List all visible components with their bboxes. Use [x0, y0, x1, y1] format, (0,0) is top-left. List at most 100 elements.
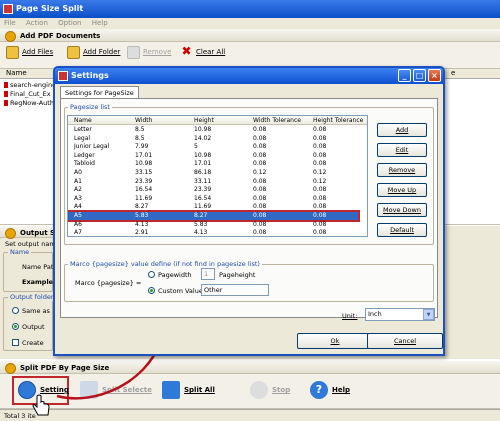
table-cell: 7.99 — [135, 143, 149, 151]
menu-help[interactable]: Help — [88, 18, 112, 28]
table-cell: 23.39 — [194, 186, 212, 194]
table-cell: 11.69 — [194, 203, 212, 211]
table-row[interactable]: Tabloid 10.98 17.01 0.08 0.08 — [68, 160, 358, 168]
table-cell: A5 — [74, 212, 82, 219]
clear-icon: ✖ — [181, 44, 192, 58]
table-row[interactable]: A1 23.39 33.11 0.08 0.12 — [68, 178, 358, 186]
same-as-radio[interactable] — [12, 307, 19, 314]
list-item[interactable]: RegNow-Auth — [4, 99, 54, 107]
table-row[interactable]: A3 11.69 16.54 0.08 0.08 — [68, 195, 358, 203]
remove-button[interactable]: Remove — [125, 45, 171, 61]
cancel-button[interactable]: Cancel — [367, 333, 443, 349]
table-row[interactable]: A4 8.27 11.69 0.08 0.08 — [68, 203, 358, 211]
table-row[interactable]: Junior Legal 7.99 5 0.08 0.08 — [68, 143, 358, 151]
same-as-label: Same as — [22, 307, 50, 315]
name-group-label: Name — [8, 248, 32, 256]
name-group — [3, 252, 53, 292]
custom-value-field[interactable]: Other — [201, 284, 269, 296]
table-row[interactable]: A2 16.54 23.39 0.08 0.08 — [68, 186, 358, 194]
col-width-tolerance[interactable]: Width Tolerance — [253, 116, 301, 125]
move-up-button[interactable]: Move Up — [377, 183, 427, 197]
hand-cursor-icon — [32, 394, 50, 416]
stop-icon — [250, 381, 268, 399]
table-row[interactable]: A6 4.13 5.83 0.08 0.08 — [68, 221, 358, 229]
menu-option[interactable]: Option — [54, 18, 85, 28]
default-button[interactable]: Default — [377, 223, 427, 237]
split-section-icon — [5, 363, 16, 374]
table-cell: 10.98 — [194, 151, 212, 159]
col-right[interactable]: e — [451, 69, 455, 77]
col-height[interactable]: Height — [194, 116, 214, 125]
table-row[interactable]: Letter 8.5 10.98 0.08 0.08 — [68, 126, 358, 134]
table-header: Name Width Height Width Tolerance Height… — [68, 116, 367, 125]
remove-button[interactable]: Remove — [377, 163, 427, 177]
table-cell: 8.5 — [135, 126, 145, 133]
table-cell: 0.08 — [253, 203, 267, 211]
list-item[interactable]: Final_Cut_Ex — [4, 90, 51, 98]
table-row[interactable]: Legal 8.5 14.02 0.08 0.08 — [68, 135, 358, 143]
table-cell: A7 — [74, 229, 82, 237]
table-cell: 17.01 — [194, 160, 212, 168]
stop-button[interactable]: Stop — [248, 379, 290, 403]
table-cell: 86.18 — [194, 169, 212, 176]
chevron-down-icon[interactable]: ▼ — [423, 309, 434, 320]
custom-value-radio[interactable] — [148, 287, 155, 294]
pagewidth-radio[interactable] — [148, 271, 155, 278]
add-folder-button[interactable]: Add Folder — [65, 45, 120, 61]
table-row[interactable]: A0 33.15 86.18 0.12 0.12 — [68, 169, 358, 177]
help-button[interactable]: ? Help — [308, 379, 350, 403]
table-cell: 16.54 — [194, 194, 212, 202]
table-cell: 8.5 — [135, 134, 145, 142]
table-cell: 33.15 — [135, 169, 153, 176]
table-cell: 0.12 — [313, 177, 327, 185]
list-item[interactable]: search-engine — [4, 81, 56, 89]
table-cell: 8.27 — [194, 212, 208, 219]
table-cell: A3 — [74, 194, 82, 202]
close-icon[interactable]: × — [428, 69, 441, 82]
table-cell: Tabloid — [74, 160, 95, 168]
table-cell: 5.83 — [135, 212, 149, 219]
marco-group-label: Marco {pagesize} value define (if not fi… — [68, 260, 262, 268]
col-height-tolerance[interactable]: Height Tolerance — [313, 116, 363, 125]
table-cell: Letter — [74, 126, 92, 133]
output-folder-label: Output folder — [8, 293, 56, 301]
table-row[interactable]: A5 5.83 8.27 0.08 0.08 — [68, 210, 360, 222]
table-cell: 0.08 — [313, 220, 327, 228]
table-cell: A1 — [74, 177, 82, 185]
table-cell: 10.98 — [135, 160, 153, 168]
ok-button[interactable]: Ok — [297, 333, 373, 349]
app-title: Page Size Split — [16, 4, 84, 13]
col-name[interactable]: Name — [74, 116, 92, 125]
menu-file[interactable]: File — [0, 18, 20, 28]
pageheight-label: Pageheight — [219, 271, 256, 279]
table-cell: 0.08 — [313, 143, 327, 151]
add-section-title: Add PDF Documents — [20, 32, 101, 40]
unit-label: Unit: — [342, 312, 358, 320]
table-row[interactable]: Ledger 17.01 10.98 0.08 0.08 — [68, 152, 358, 160]
pagesize-list-label: Pagesize list — [68, 103, 112, 111]
dialog-title: Settings — [71, 71, 109, 80]
table-cell: 0.08 — [313, 160, 327, 168]
add-files-button[interactable]: Add Files — [4, 45, 53, 61]
unit-select[interactable]: Inch ▼ — [365, 308, 435, 321]
move-down-button[interactable]: Move Down — [377, 203, 427, 217]
table-cell: 0.08 — [253, 194, 267, 202]
maximize-icon[interactable]: □ — [413, 69, 426, 82]
menu-action[interactable]: Action — [22, 18, 52, 28]
create-checkbox[interactable] — [12, 339, 19, 346]
output-to-radio[interactable] — [12, 323, 19, 330]
output-section-header: Output Se — [0, 226, 60, 239]
col-width[interactable]: Width — [135, 116, 152, 125]
edit-button[interactable]: Edit — [377, 143, 427, 157]
pagewidth-field[interactable]: 1 — [201, 268, 215, 280]
clear-all-button[interactable]: ✖ Clear All — [178, 45, 225, 61]
dialog-titlebar[interactable]: Settings _ □ × — [55, 68, 443, 84]
table-cell: 0.08 — [313, 203, 327, 211]
minimize-icon[interactable]: _ — [398, 69, 411, 82]
table-row[interactable]: A7 2.91 4.13 0.08 0.08 — [68, 229, 358, 237]
pagesize-table[interactable]: Name Width Height Width Tolerance Height… — [67, 115, 368, 237]
output-to-label: Output — [22, 323, 45, 331]
col-name[interactable]: Name — [6, 69, 27, 77]
add-button[interactable]: Add — [377, 123, 427, 137]
table-cell: 17.01 — [135, 151, 153, 159]
